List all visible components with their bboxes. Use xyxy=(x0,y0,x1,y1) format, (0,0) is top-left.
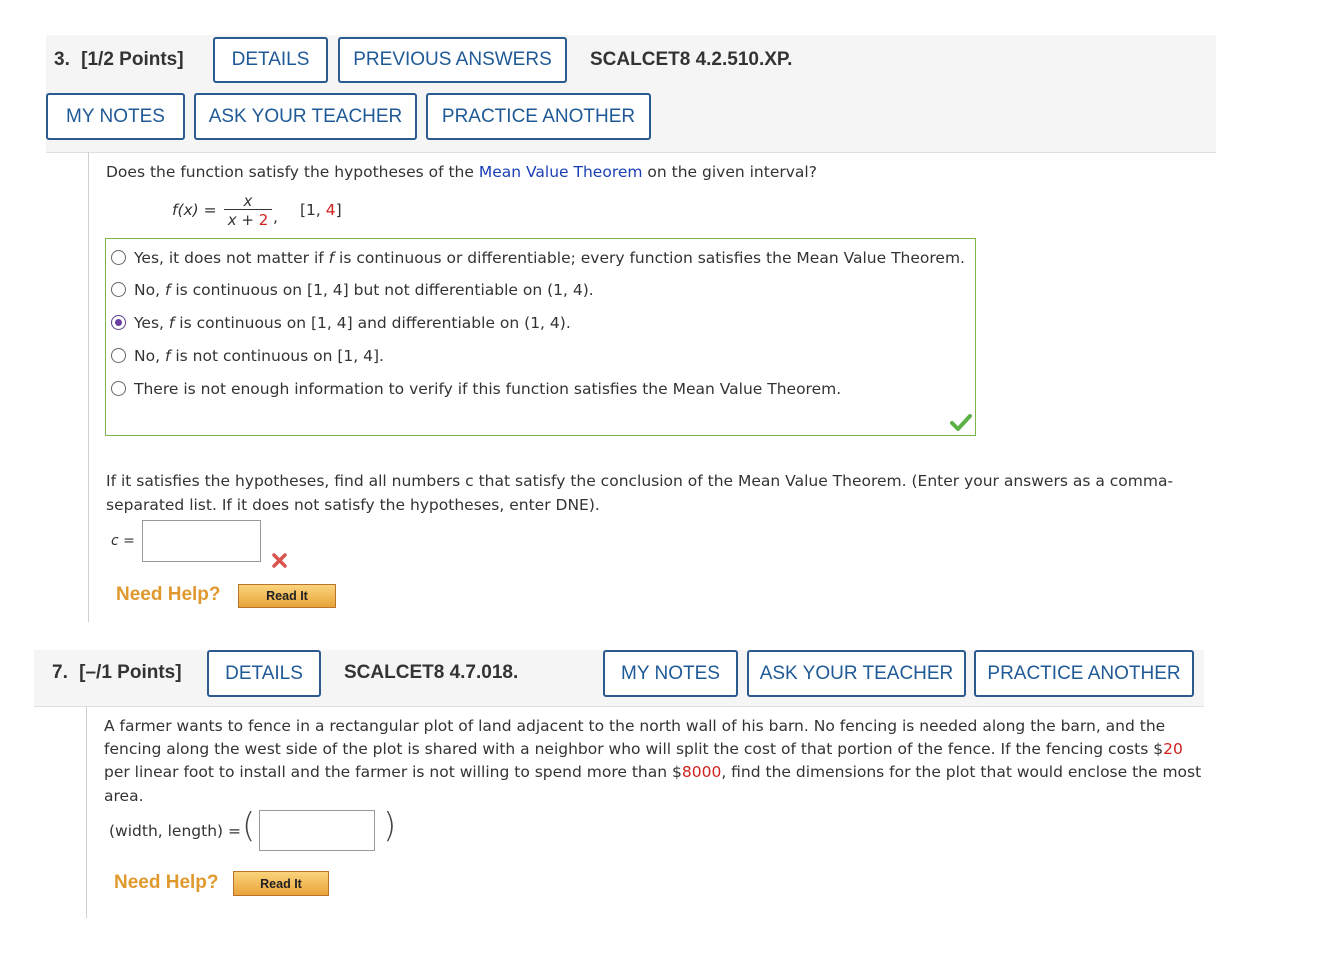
option-5-label[interactable]: There is not enough information to verif… xyxy=(134,380,841,398)
q3-read-it-button[interactable]: Read It xyxy=(238,584,336,608)
question-text-pre: Does the function satisfy the hypotheses… xyxy=(106,163,479,181)
option-1-label[interactable]: Yes, it does not matter if f is continuo… xyxy=(134,249,965,267)
q3-part2-line2: separated list. If it does not satisfy t… xyxy=(106,496,600,514)
interval: [1, 4] xyxy=(300,201,342,219)
function-fraction: x x + 2 xyxy=(224,192,272,230)
q3-choices-box xyxy=(105,238,976,436)
question-number: 3. xyxy=(54,49,70,70)
q7-my-notes-button[interactable]: MY NOTES xyxy=(603,650,738,697)
width-length-input[interactable] xyxy=(259,810,375,851)
c-answer-input[interactable] xyxy=(142,520,261,562)
q7-need-help-label: Need Help? xyxy=(114,872,219,893)
q3-practice-another-button[interactable]: PRACTICE ANOTHER xyxy=(426,93,651,140)
function-lhs: f(x) = xyxy=(172,201,217,219)
correct-check-icon xyxy=(950,414,972,431)
q3-previous-answers-button[interactable]: PREVIOUS ANSWERS xyxy=(338,37,567,83)
question-points: [1/2 Points] xyxy=(81,49,184,70)
fraction-denominator: x + 2 xyxy=(227,211,269,229)
fraction-numerator: x xyxy=(243,192,253,210)
q3-ask-teacher-button[interactable]: ASK YOUR TEACHER xyxy=(194,93,417,140)
q7-problem-line2: fencing along the west side of the plot … xyxy=(104,740,1183,758)
option-5-radio[interactable] xyxy=(111,381,126,396)
q7-number: 7. [–/1 Points] xyxy=(52,662,182,684)
option-4-radio[interactable] xyxy=(111,348,126,363)
q7-ask-teacher-button[interactable]: ASK YOUR TEACHER xyxy=(747,650,966,697)
q3-number: 3. [1/2 Points] xyxy=(54,49,184,71)
option-2-label[interactable]: No, f is continuous on [1, 4] but not di… xyxy=(134,281,594,299)
option-4-label[interactable]: No, f is not continuous on [1, 4]. xyxy=(134,347,384,365)
q3-problem-code: SCALCET8 4.2.510.XP. xyxy=(590,49,793,70)
q3-left-border xyxy=(88,152,89,622)
q3-my-notes-button[interactable]: MY NOTES xyxy=(46,93,185,140)
q7-details-button[interactable]: DETAILS xyxy=(207,650,321,697)
incorrect-x-icon xyxy=(272,553,287,568)
option-1-radio[interactable] xyxy=(111,250,126,265)
option-3-radio-selected[interactable] xyxy=(111,315,126,330)
function-comma: , xyxy=(273,208,278,226)
mvt-link[interactable]: Mean Value Theorem xyxy=(479,163,643,181)
question-number: 7. xyxy=(52,662,68,683)
q3-need-help-label: Need Help? xyxy=(116,584,221,605)
fraction-bar xyxy=(224,209,272,210)
option-3-label[interactable]: Yes, f is continuous on [1, 4] and diffe… xyxy=(134,314,571,332)
q7-practice-another-button[interactable]: PRACTICE ANOTHER xyxy=(974,650,1194,697)
close-paren: ) xyxy=(383,806,397,846)
q7-problem-code: SCALCET8 4.7.018. xyxy=(344,662,519,683)
q3-details-button[interactable]: DETAILS xyxy=(213,37,328,83)
q7-left-border xyxy=(86,706,87,918)
q3-part2-line1: If it satisfies the hypotheses, find all… xyxy=(106,472,1174,490)
option-2-radio[interactable] xyxy=(111,282,126,297)
question-text-post: on the given interval? xyxy=(642,163,817,181)
c-label: c = xyxy=(111,533,135,549)
question-points: [–/1 Points] xyxy=(79,662,182,683)
q7-problem-line1: A farmer wants to fence in a rectangular… xyxy=(104,717,1166,735)
width-length-label: (width, length) = xyxy=(109,822,241,840)
q7-problem-line4: area. xyxy=(104,787,144,805)
open-paren: ( xyxy=(242,806,256,846)
q3-question-text: Does the function satisfy the hypotheses… xyxy=(106,163,817,181)
q7-read-it-button[interactable]: Read It xyxy=(233,871,329,896)
q7-problem-line3: per linear foot to install and the farme… xyxy=(104,763,1202,781)
